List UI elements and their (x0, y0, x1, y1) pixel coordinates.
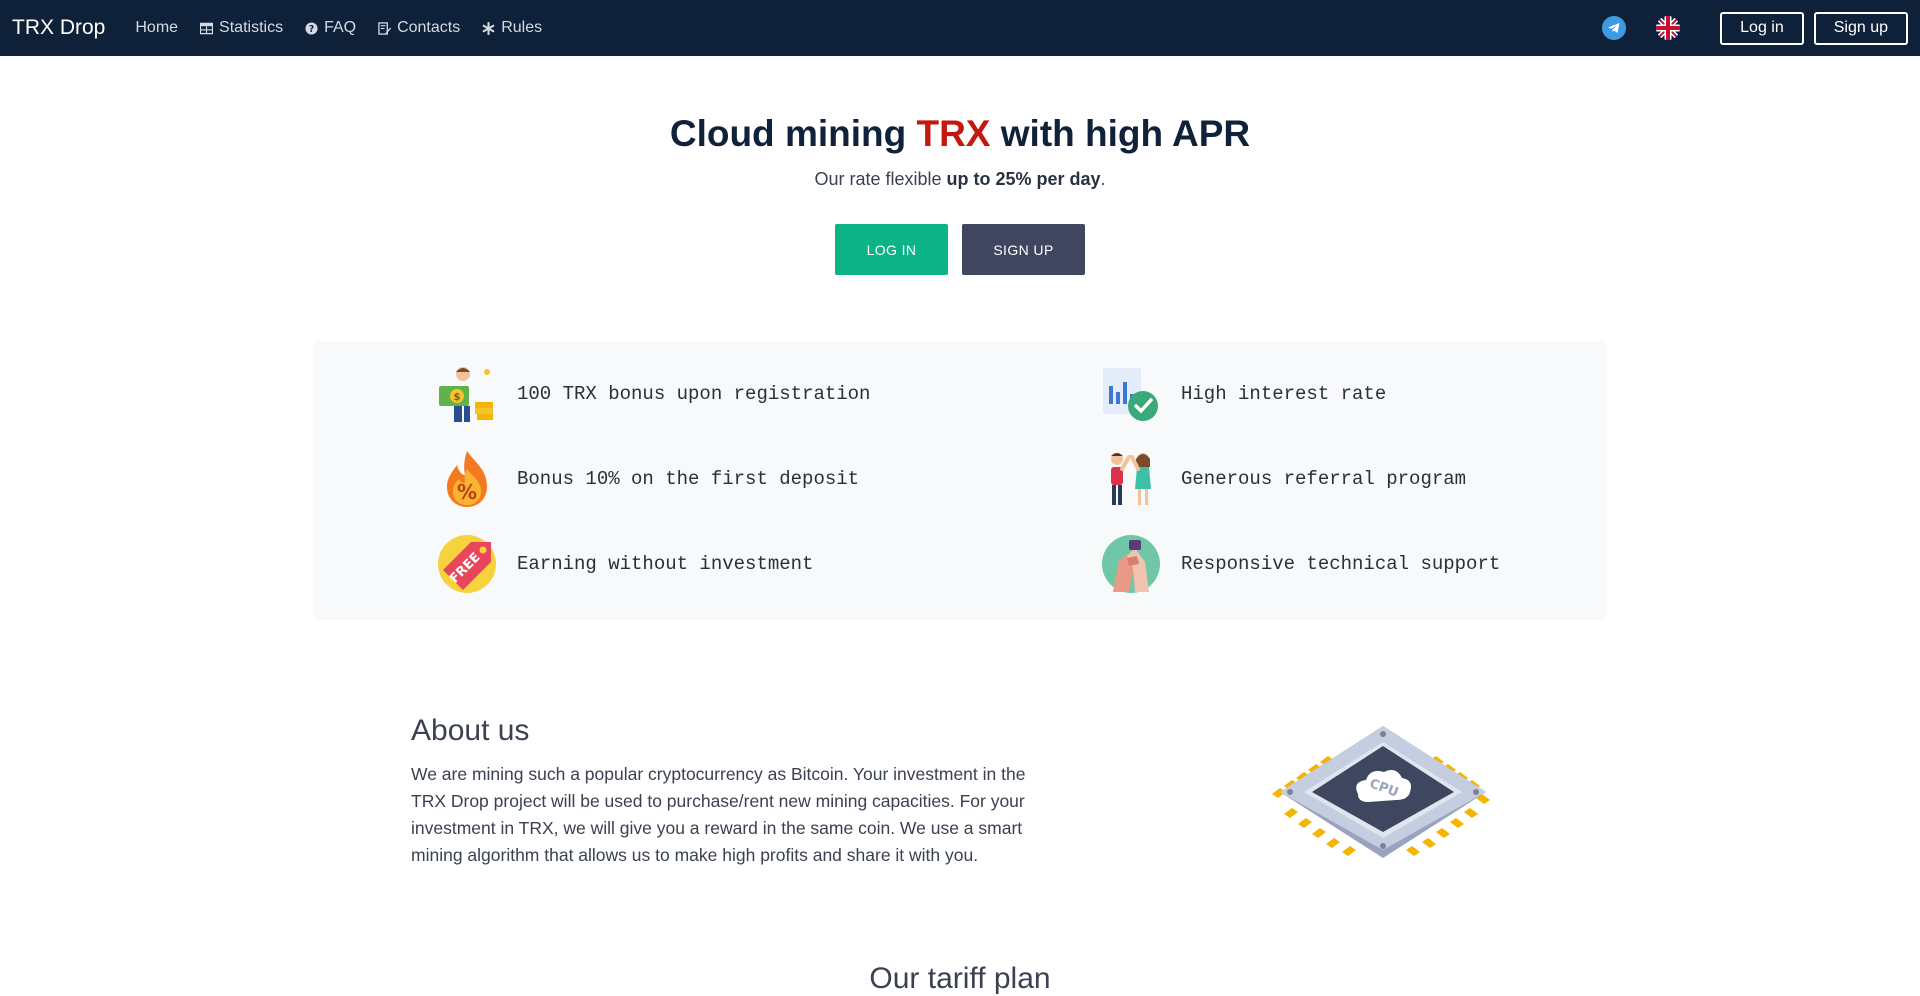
question-circle-icon: ? (305, 21, 318, 34)
hero-subtitle: Our rate flexible up to 25% per day. (0, 169, 1920, 190)
asterisk-icon (482, 21, 495, 35)
svg-text:$: $ (454, 392, 461, 403)
nav-statistics-label: Statistics (219, 19, 284, 36)
navbar: TRX Drop Home Statistics ? FAQ Contacts (0, 0, 1920, 56)
about-text: We are mining such a popular cryptocurre… (411, 764, 1026, 865)
fire-percent-icon: % (447, 451, 487, 507)
feature-item: Generous referral program (1101, 449, 1466, 509)
hero-buttons: LOG IN SIGN UP (0, 224, 1920, 275)
navbar-login-button[interactable]: Log in (1720, 11, 1804, 45)
cpu-chip-icon: CPU (1272, 726, 1490, 858)
feature-text: Responsive technical support (1181, 553, 1501, 575)
hero-title: Cloud mining TRX with high APR (0, 113, 1920, 155)
free-tag-icon: FREE (438, 535, 496, 593)
nav-faq-label: FAQ (324, 19, 357, 36)
navbar-signup-button[interactable]: Sign up (1813, 11, 1908, 45)
nav-faq[interactable]: ? FAQ (305, 19, 356, 37)
telegram-icon[interactable] (1602, 16, 1627, 40)
feature-item: High interest rate (1101, 364, 1386, 424)
uk-flag-icon[interactable] (1656, 16, 1681, 40)
feature-text: Bonus 10% on the first deposit (517, 468, 860, 490)
svg-text:%: % (457, 480, 477, 504)
about-title: About us (411, 714, 530, 747)
nav-contacts[interactable]: Contacts (378, 19, 460, 37)
edit-note-icon (378, 21, 392, 35)
nav-contacts-label: Contacts (397, 19, 461, 36)
svg-text:?: ? (309, 23, 314, 34)
nav-right: Log in Sign up (1602, 0, 1908, 56)
nav-rules[interactable]: Rules (482, 19, 542, 37)
tariff-title: Our tariff plan (869, 962, 1051, 995)
hero-subtitle-bold: up to 25% per day (946, 169, 1101, 189)
hero-title-after: with high APR (990, 113, 1251, 154)
feature-item: $ 100 TRX bonus upon registration (437, 364, 870, 424)
feature-text: 100 TRX bonus upon registration (517, 383, 871, 405)
brand-logo[interactable]: TRX Drop (12, 16, 105, 40)
nav-rules-label: Rules (501, 19, 543, 36)
feature-item: Responsive technical support (1101, 534, 1500, 594)
feature-item: FREE Earning without investment (437, 534, 813, 594)
handshake-icon (1102, 535, 1160, 593)
feature-text: Earning without investment (517, 553, 814, 575)
chart-check-icon (1103, 368, 1158, 421)
feature-item: % Bonus 10% on the first deposit (437, 449, 859, 509)
nav-home-label: Home (135, 19, 179, 36)
people-high-five-icon (1111, 453, 1151, 505)
nav-home[interactable]: Home (135, 19, 178, 37)
hero-title-before: Cloud mining (669, 113, 917, 154)
hero-subtitle-before: Our rate flexible (814, 169, 947, 189)
features-panel: $ 100 TRX bonus upon registration High i… (313, 341, 1607, 620)
feature-text: Generous referral program (1181, 468, 1467, 490)
feature-text: High interest rate (1181, 383, 1387, 405)
hero-signup-button[interactable]: SIGN UP (962, 224, 1085, 275)
table-icon (200, 22, 214, 34)
nav-statistics[interactable]: Statistics (200, 19, 283, 37)
money-bonus-icon: $ (439, 367, 493, 422)
hero-subtitle-after: . (1100, 169, 1106, 189)
telegram-plane-icon (1608, 23, 1620, 33)
hero-login-button[interactable]: LOG IN (835, 224, 948, 275)
hero-title-accent: TRX (916, 113, 991, 154)
